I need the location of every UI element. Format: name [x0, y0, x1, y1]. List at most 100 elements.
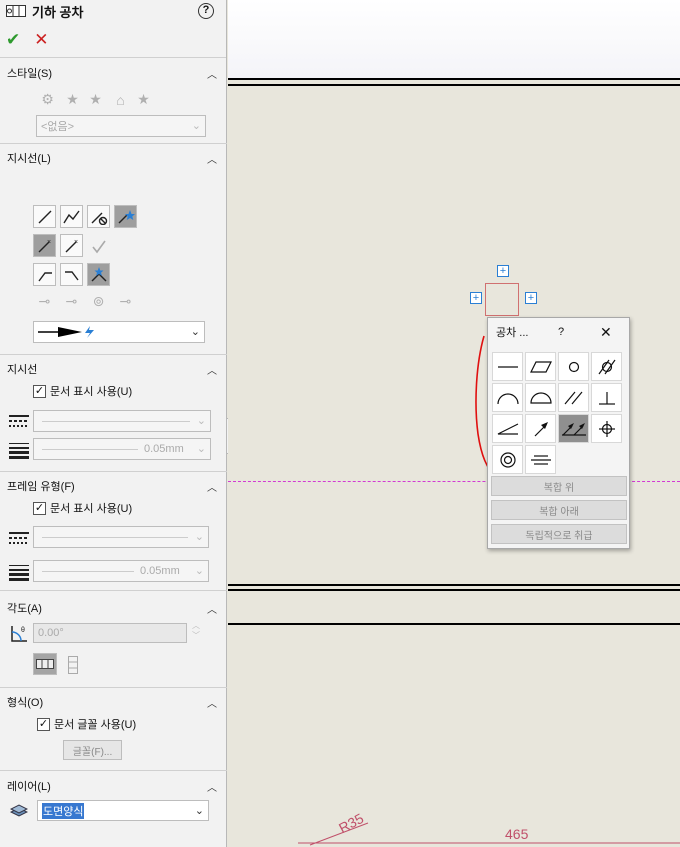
straightness-icon[interactable]	[492, 352, 523, 381]
flatness-icon[interactable]	[525, 352, 556, 381]
leader-section-header[interactable]: 지시선(L) ︿	[0, 145, 227, 171]
leader-section-title: 지시선(L)	[7, 153, 51, 165]
leader-display-title: 지시선	[7, 364, 38, 376]
chevron-up-icon[interactable]: ︿	[207, 601, 217, 616]
line-style-icon	[9, 415, 29, 427]
multi-jog-leader-icon[interactable]	[87, 263, 110, 286]
use-doc-font-checkbox[interactable]: ✓ 문서 글꼴 사용(U)	[37, 716, 136, 732]
chevron-down-icon: ⌄	[190, 326, 200, 338]
frame-section-header[interactable]: 프레임 유형(F) ︿	[0, 473, 227, 499]
composite-below-button[interactable]: 복합 아래	[491, 500, 627, 520]
line-profile-icon[interactable]	[492, 383, 523, 412]
font-button[interactable]: 글꼴(F)...	[63, 740, 122, 760]
position-icon[interactable]	[591, 414, 622, 443]
chevron-down-icon: ⌄	[194, 565, 204, 577]
svg-text:×: ×	[47, 239, 51, 246]
cylindricity-icon[interactable]	[591, 352, 622, 381]
layer-icon	[10, 804, 28, 817]
gtol-placement-box[interactable]	[485, 283, 519, 316]
angle-section-title: 각도(A)	[7, 603, 42, 615]
angle-spinner[interactable]: ︿ ﹀	[192, 621, 200, 641]
apply-style-icon[interactable]: ⚙	[36, 88, 59, 111]
parallelism-icon[interactable]	[558, 383, 589, 412]
add-style-icon[interactable]: ★	[61, 88, 84, 111]
leader-right-icon[interactable]: ×	[60, 234, 83, 257]
line-style-icon	[9, 532, 29, 544]
leader-bent-left-icon[interactable]	[33, 263, 56, 286]
leader-bent-icon[interactable]	[60, 205, 83, 228]
leader-nearest-icon[interactable]	[87, 234, 110, 257]
panel-title: 기하 공차	[32, 4, 84, 20]
treat-independently-button[interactable]: 독립적으로 취급	[491, 524, 627, 544]
popup-title: 공차 ...	[496, 327, 529, 339]
leader-thickness-select[interactable]: 0.05mm ⌄	[33, 438, 211, 460]
thickness-preview	[42, 448, 138, 450]
frame-thickness-select[interactable]: 0.05mm ⌄	[33, 560, 209, 582]
use-doc-font-label: 문서 글꼴 사용(U)	[54, 719, 137, 731]
chevron-up-icon[interactable]: ︿	[207, 66, 217, 81]
ok-button[interactable]: ✔	[6, 30, 20, 50]
surface-profile-icon[interactable]	[525, 383, 556, 412]
leader-bent-right-icon[interactable]	[60, 263, 83, 286]
load-style-icon[interactable]: ★	[132, 88, 155, 111]
vertical-frame-icon[interactable]	[61, 653, 84, 676]
chevron-up-icon[interactable]: ︿	[207, 695, 217, 710]
angle-input[interactable]: 0.00°	[33, 623, 187, 643]
style-select[interactable]: <없음> ⌄	[36, 115, 206, 137]
handle-plus-icon[interactable]: +	[470, 292, 482, 304]
frame-section-title: 프레임 유형(F)	[7, 481, 75, 493]
circular-runout-icon[interactable]	[525, 414, 556, 443]
horizontal-frame-icon[interactable]	[33, 653, 57, 675]
no-leader-icon[interactable]	[87, 205, 110, 228]
frame-use-doc-display-checkbox[interactable]: ✓ 문서 표시 사용(U)	[33, 500, 132, 516]
leader-display-header[interactable]: 지시선 ︿	[0, 356, 227, 382]
layer-select[interactable]: 도면양식 ⌄	[37, 800, 209, 821]
angle-section-header[interactable]: 각도(A) ︿	[0, 595, 227, 621]
popup-close-icon[interactable]: ✕	[600, 324, 612, 341]
popup-help-icon[interactable]: ?	[558, 326, 564, 338]
angle-value: 0.00°	[38, 627, 64, 639]
datum-leader-2-icon[interactable]: ⊸	[60, 290, 83, 313]
handle-plus-icon[interactable]: +	[497, 265, 509, 277]
arrow-style-select[interactable]: ⌄	[33, 321, 205, 343]
format-section: 형식(O) ︿ ✓ 문서 글꼴 사용(U) 글꼴(F)...	[0, 689, 227, 771]
leader-straight-icon[interactable]	[33, 205, 56, 228]
leader-line-style-select[interactable]: ⌄	[33, 410, 211, 432]
chevron-down-icon: ⌄	[194, 531, 204, 543]
style-section-header[interactable]: 스타일(S) ︿	[0, 60, 227, 86]
line-thickness-icon	[9, 565, 29, 581]
help-icon[interactable]: ?	[198, 3, 214, 19]
datum-leader-3-icon[interactable]: ⊚	[87, 290, 110, 313]
circularity-icon[interactable]	[558, 352, 589, 381]
layer-section-header[interactable]: 레이어(L) ︿	[0, 773, 227, 799]
chevron-up-icon[interactable]: ︿	[207, 779, 217, 794]
chevron-down-icon: ⌄	[194, 805, 204, 817]
datum-leader-4-icon[interactable]: ⊸	[114, 290, 137, 313]
leader-left-icon[interactable]: ×	[33, 234, 56, 257]
sheet-border-line	[228, 78, 680, 80]
style-section: 스타일(S) ︿ ⚙ ★ ★ ⌂ ★ <없음> ⌄	[0, 60, 227, 144]
angularity-icon[interactable]	[492, 414, 523, 443]
frame-line-style-select[interactable]: ⌄	[33, 526, 209, 548]
handle-plus-icon[interactable]: +	[525, 292, 537, 304]
cancel-button[interactable]: ✕	[34, 30, 48, 50]
update-style-icon[interactable]: ★	[84, 88, 107, 111]
angle-icon: θ	[11, 626, 27, 642]
format-section-header[interactable]: 형식(O) ︿	[0, 689, 227, 715]
chevron-up-icon[interactable]: ︿	[207, 479, 217, 494]
save-style-icon[interactable]: ⌂	[109, 88, 132, 111]
chevron-up-icon[interactable]: ︿	[207, 362, 217, 377]
perpendicularity-icon[interactable]	[591, 383, 622, 412]
concentricity-icon[interactable]	[492, 445, 523, 474]
sheet-border-line	[228, 589, 680, 591]
total-runout-icon[interactable]	[558, 414, 589, 443]
chevron-up-icon[interactable]: ︿	[207, 151, 217, 166]
symmetry-icon[interactable]	[525, 445, 556, 474]
style-section-title: 스타일(S)	[7, 68, 53, 80]
datum-leader-1-icon[interactable]: ⊸	[33, 290, 56, 313]
auto-leader-icon[interactable]	[114, 205, 137, 228]
checkbox-checked-icon: ✓	[33, 384, 46, 398]
leader-use-doc-display-checkbox[interactable]: ✓ 문서 표시 사용(U)	[33, 383, 132, 399]
composite-above-button[interactable]: 복합 위	[491, 476, 627, 496]
length-dimension[interactable]: 465	[505, 826, 528, 842]
